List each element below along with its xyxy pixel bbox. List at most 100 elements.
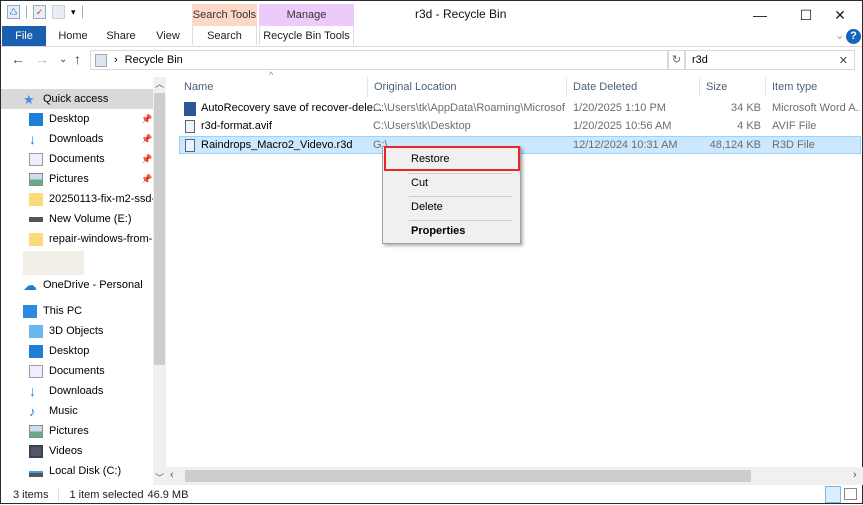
pin-icon[interactable]: 📌 (141, 114, 152, 125)
sidebar-item-pictures[interactable]: Pictures (1, 421, 153, 441)
sidebar-item-3d-objects[interactable]: 3D Objects (1, 321, 153, 341)
large-icons-view-button[interactable] (844, 488, 857, 500)
music-icon: ♪ (29, 403, 36, 419)
pictures-icon (29, 424, 43, 438)
customize-dropdown-icon[interactable]: ▾ (71, 7, 76, 18)
cloud-icon: ☁ (23, 276, 37, 293)
sidebar-quick-access[interactable]: ★ Quick access (1, 89, 153, 109)
sidebar-item-videos[interactable]: Videos (1, 441, 153, 461)
documents-icon (29, 152, 43, 166)
pictures-icon (29, 172, 43, 186)
desktop-icon (29, 344, 43, 358)
menu-item-cut[interactable]: Cut (411, 177, 428, 189)
sidebar-item-downloads[interactable]: ↓ Downloads (1, 381, 153, 401)
sidebar-item-documents[interactable]: Documents (1, 361, 153, 381)
drive-icon (29, 471, 43, 477)
scroll-up-icon[interactable]: ︿ (155, 77, 164, 90)
sidebar-item-pictures[interactable]: Pictures 📌 (1, 169, 153, 189)
scroll-left-icon[interactable]: ‹ (170, 469, 174, 481)
sidebar-this-pc[interactable]: This PC (1, 301, 153, 321)
sidebar-item-desktop[interactable]: Desktop (1, 341, 153, 361)
clear-search-icon[interactable]: ✕ (839, 54, 848, 67)
sidebar-item-desktop[interactable]: Desktop 📌 (1, 109, 153, 129)
sidebar-item-local-disk[interactable]: Local Disk (C:) (1, 461, 153, 481)
restore-highlight (384, 146, 520, 171)
file-row[interactable]: r3d-format.avif C:\Users\tk\Desktop 1/20… (179, 118, 861, 136)
properties-icon[interactable]: ✓ (33, 5, 46, 19)
folder-icon (29, 232, 43, 246)
tab-search[interactable]: Search (192, 26, 257, 45)
tab-home[interactable]: Home (51, 26, 95, 46)
recycle-bin-icon (95, 53, 107, 67)
details-view-button[interactable] (825, 486, 841, 503)
sidebar-item-downloads[interactable]: ↓ Downloads 📌 (1, 129, 153, 149)
navigation-pane: ★ Quick access Desktop 📌 ↓ Downloads 📌 Docum… (1, 77, 153, 485)
column-header-size[interactable]: Size (700, 77, 766, 97)
breadcrumb-separator: › (114, 54, 118, 66)
forward-button[interactable]: → (35, 51, 49, 67)
menu-item-delete[interactable]: Delete (411, 201, 443, 213)
documents-icon (29, 364, 43, 378)
back-button[interactable]: ← (11, 51, 25, 67)
sidebar-item-onedrive[interactable]: ☁ OneDrive - Personal (1, 275, 153, 295)
download-arrow-icon: ↓ (29, 130, 36, 147)
sidebar-scrollbar-thumb[interactable] (154, 93, 165, 365)
desktop-icon (29, 112, 43, 126)
file-icon (185, 120, 195, 133)
quick-access-toolbar: ♺ ✓ ▾ (7, 5, 83, 19)
pin-icon[interactable]: 📌 (141, 134, 152, 145)
scroll-right-icon[interactable]: › (853, 469, 857, 481)
3d-objects-icon (29, 324, 43, 338)
column-header-name[interactable]: Name (178, 77, 368, 97)
word-document-icon (184, 102, 196, 116)
recent-locations-button[interactable]: ⌄ (59, 54, 67, 65)
menu-item-properties[interactable]: Properties (411, 225, 465, 237)
close-button[interactable]: ✕ (817, 1, 863, 29)
status-bar: 3 items 1 item selected 46.9 MB (1, 485, 863, 505)
tab-share[interactable]: Share (99, 26, 143, 46)
menu-separator (409, 173, 512, 174)
column-header-date-deleted[interactable]: Date Deleted (567, 77, 700, 97)
computer-icon (23, 304, 37, 318)
sidebar-item-music[interactable]: ♪ Music (1, 401, 153, 421)
videos-icon (29, 444, 43, 458)
pin-icon[interactable]: 📌 (141, 174, 152, 185)
redacted-item (23, 251, 84, 275)
tab-file[interactable]: File (2, 26, 46, 46)
search-box[interactable]: r3d ✕ (685, 50, 855, 70)
address-bar[interactable]: › Recycle Bin (90, 50, 668, 70)
menu-separator (409, 196, 512, 197)
sidebar-item-documents[interactable]: Documents 📌 (1, 149, 153, 169)
menu-separator (409, 220, 512, 221)
column-header-original-location[interactable]: Original Location (368, 77, 567, 97)
tab-view[interactable]: View (146, 26, 190, 46)
file-row[interactable]: AutoRecovery save of recover-dele... C:\… (179, 100, 861, 118)
selection-size: 46.9 MB (147, 489, 189, 501)
horizontal-scrollbar-thumb[interactable] (185, 470, 751, 482)
collapse-ribbon-icon[interactable]: ⌄ (835, 29, 844, 42)
sidebar-item-folder[interactable]: repair-windows-from-us (1, 229, 153, 249)
help-icon[interactable]: ? (846, 29, 861, 44)
minimize-button[interactable]: — (737, 1, 783, 29)
refresh-button[interactable]: ↻ (668, 50, 685, 70)
drive-icon (29, 216, 43, 222)
sidebar-item-new-volume[interactable]: New Volume (E:) (1, 209, 153, 229)
sidebar-item-folder[interactable]: 20250113-fix-m2-ssd-no (1, 189, 153, 209)
search-tools-group: Search Tools (192, 4, 257, 26)
up-button[interactable]: ↑ (74, 51, 81, 67)
item-count: 3 items (13, 489, 49, 501)
manage-group[interactable]: Manage (259, 4, 354, 26)
tab-recycle-bin-tools[interactable]: Recycle Bin Tools (259, 26, 354, 45)
search-input[interactable]: r3d (692, 54, 708, 66)
ribbon-divider (1, 46, 862, 47)
new-folder-icon[interactable] (52, 5, 65, 19)
breadcrumb-recycle-bin[interactable]: Recycle Bin (125, 54, 183, 66)
window-title: r3d - Recycle Bin (415, 7, 507, 21)
column-header-item-type[interactable]: Item type (766, 77, 863, 97)
download-arrow-icon: ↓ (29, 382, 36, 399)
pin-icon[interactable]: 📌 (141, 154, 152, 165)
selection-info: 1 item selected (69, 489, 144, 501)
recycle-bin-icon[interactable]: ♺ (7, 5, 20, 19)
folder-icon (29, 192, 43, 206)
scroll-down-icon[interactable]: ﹀ (155, 471, 164, 484)
